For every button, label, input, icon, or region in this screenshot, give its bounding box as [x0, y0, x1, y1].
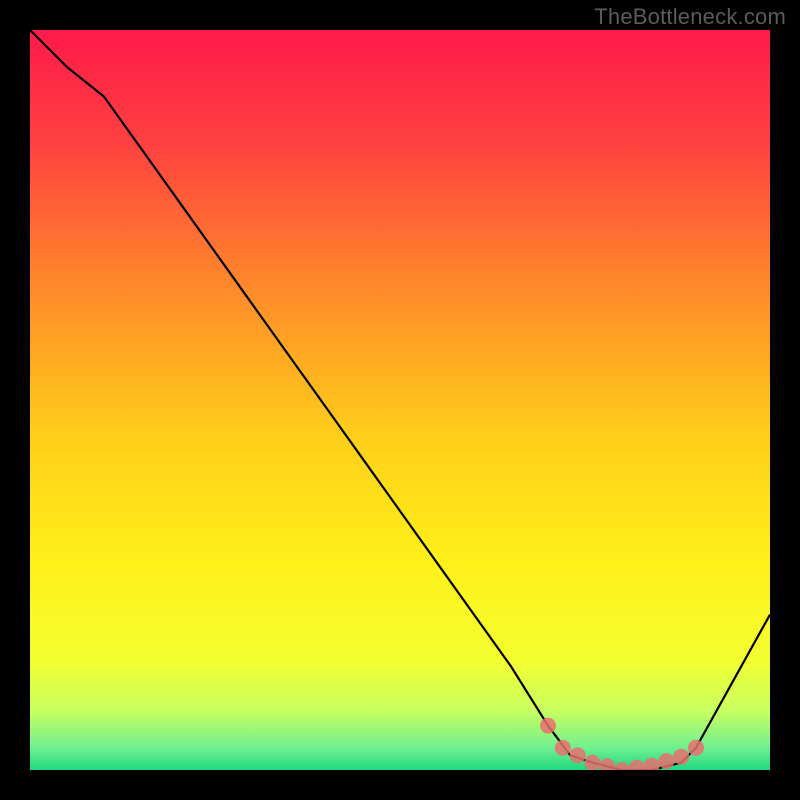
marker-point — [555, 740, 571, 756]
chart-svg — [30, 30, 770, 770]
marker-point — [540, 718, 556, 734]
attribution-label: TheBottleneck.com — [594, 4, 786, 30]
marker-point — [673, 749, 689, 765]
marker-point — [688, 740, 704, 756]
plot-area — [30, 30, 770, 770]
marker-point — [570, 747, 586, 763]
chart-frame: TheBottleneck.com — [0, 0, 800, 800]
gradient-background — [30, 30, 770, 770]
marker-point — [658, 753, 674, 769]
marker-point — [584, 755, 600, 770]
